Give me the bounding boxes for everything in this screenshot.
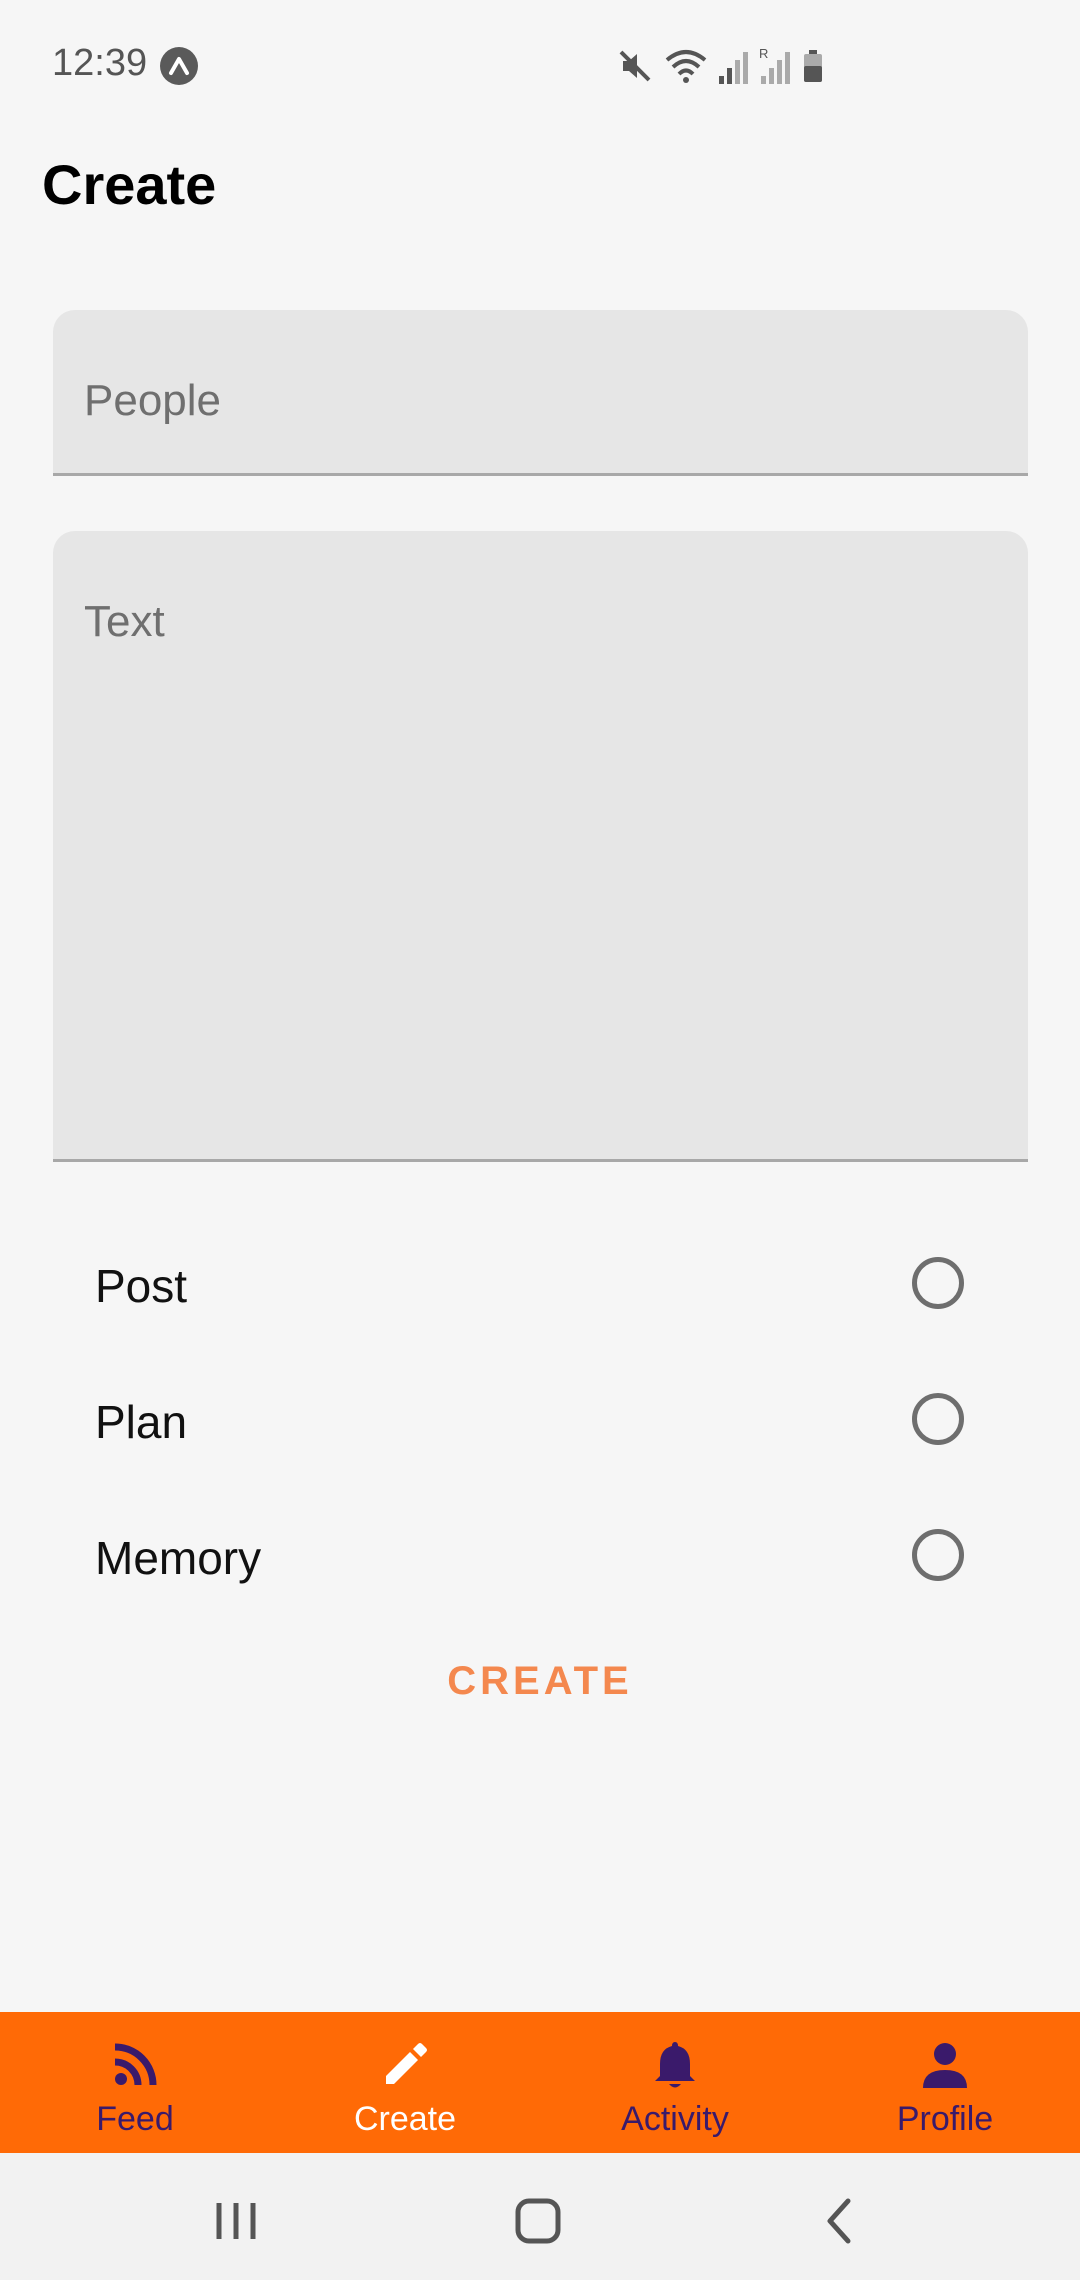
system-nav-bar: [0, 2153, 1080, 2280]
option-post[interactable]: Post: [0, 1229, 1080, 1339]
rss-feed-icon: [114, 2043, 157, 2086]
nav-item-create[interactable]: Create: [270, 2012, 540, 2153]
bell-icon: [655, 2042, 695, 2088]
status-bar: 12:39 R: [0, 0, 1080, 130]
battery-icon: [804, 50, 822, 82]
text-placeholder: Text: [84, 597, 165, 646]
page-title: Create: [42, 153, 217, 216]
option-memory-radio[interactable]: [912, 1529, 964, 1581]
option-plan-radio[interactable]: [912, 1393, 964, 1445]
people-placeholder: People: [84, 376, 222, 425]
back-icon[interactable]: [800, 2181, 880, 2261]
option-memory[interactable]: Memory: [0, 1501, 1080, 1611]
option-memory-label: Memory: [95, 1532, 262, 1584]
nav-label-activity: Activity: [621, 2100, 729, 2138]
text-input[interactable]: Text: [53, 531, 1028, 1162]
nav-item-activity[interactable]: Activity: [540, 2012, 810, 2153]
bottom-nav: Feed Create Activity Profile: [0, 2012, 1080, 2153]
nav-label-profile: Profile: [896, 2100, 994, 2138]
nav-label-feed: Feed: [96, 2100, 174, 2138]
status-icons: R: [615, 44, 825, 88]
option-post-radio[interactable]: [912, 1257, 964, 1309]
nav-item-feed[interactable]: Feed: [0, 2012, 270, 2153]
mute-icon: [619, 50, 651, 82]
signal-icon: [719, 52, 748, 84]
option-plan-label: Plan: [95, 1396, 188, 1448]
roaming-signal-icon: R: [759, 46, 790, 84]
person-icon: [923, 2043, 967, 2088]
svg-text:R: R: [759, 46, 768, 61]
option-plan[interactable]: Plan: [0, 1365, 1080, 1475]
people-input[interactable]: People: [53, 310, 1028, 476]
wifi-icon: [665, 50, 707, 83]
create-button[interactable]: CREATE: [340, 1640, 740, 1720]
option-post-label: Post: [95, 1260, 188, 1312]
home-icon[interactable]: [498, 2181, 578, 2261]
app-notification-icon: [160, 47, 198, 85]
nav-item-profile[interactable]: Profile: [810, 2012, 1080, 2153]
recent-apps-icon[interactable]: [196, 2181, 276, 2261]
pencil-icon: [386, 2043, 427, 2084]
nav-label-create: Create: [353, 2100, 457, 2138]
status-time: 12:39: [52, 42, 148, 84]
